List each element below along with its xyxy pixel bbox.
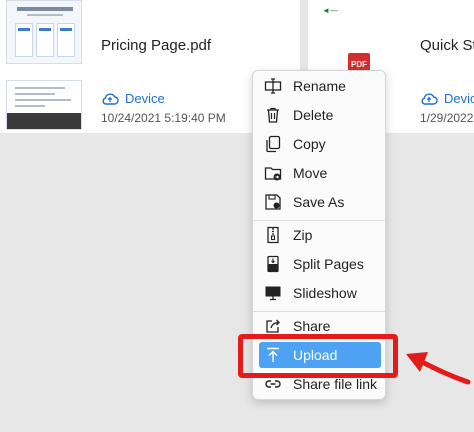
menu-item-split-pages[interactable]: Split Pages <box>259 251 381 277</box>
back-arrow-icon: ◄— <box>322 6 338 15</box>
monitor-icon <box>263 283 283 303</box>
file-name[interactable]: Pricing Page.pdf <box>101 37 211 54</box>
menu-item-zip[interactable]: Zip <box>259 222 381 248</box>
menu-item-label: Zip <box>293 227 313 243</box>
file-location[interactable]: Device <box>420 91 474 106</box>
menu-item-delete[interactable]: Delete <box>259 102 381 128</box>
rename-icon <box>263 76 283 96</box>
menu-item-rename[interactable]: Rename <box>259 73 381 99</box>
trash-icon <box>263 105 283 125</box>
menu-item-copy[interactable]: Copy <box>259 131 381 157</box>
cloud-icon <box>102 92 119 105</box>
share-icon <box>263 316 283 336</box>
menu-item-label: Delete <box>293 107 334 123</box>
menu-item-label: Rename <box>293 78 346 94</box>
location-label: Device <box>125 91 165 106</box>
cloud-icon <box>421 92 438 105</box>
split-icon <box>263 254 283 274</box>
file-date: 10/24/2021 5:19:40 PM <box>101 111 226 125</box>
menu-item-label: Save As <box>293 194 345 210</box>
annotation-highlight-box <box>238 334 398 378</box>
location-label: Device <box>444 91 474 106</box>
menu-item-label: Share file link <box>293 376 378 392</box>
file-strip: Pricing Page.pdf Device 10/24/2021 5:19:… <box>0 0 474 133</box>
menu-separator <box>253 220 385 221</box>
save-icon <box>263 192 283 212</box>
zip-icon <box>263 225 283 245</box>
menu-item-move[interactable]: Move <box>259 160 381 186</box>
menu-item-label: Share <box>293 318 331 334</box>
menu-item-label: Move <box>293 165 328 181</box>
file-date: 1/29/2022 <box>420 111 474 125</box>
move-icon <box>263 163 283 183</box>
menu-item-label: Split Pages <box>293 256 364 272</box>
menu-separator <box>253 311 385 312</box>
menu-item-slideshow[interactable]: Slideshow <box>259 280 381 306</box>
copy-icon <box>263 134 283 154</box>
file-name[interactable]: Quick Sta <box>420 37 474 54</box>
menu-item-label: Copy <box>293 136 326 152</box>
file-location[interactable]: Device <box>101 91 165 106</box>
pdf-thumbnail[interactable] <box>6 0 82 130</box>
annotation-arrow-icon <box>406 352 471 385</box>
menu-item-label: Slideshow <box>293 285 357 301</box>
menu-item-save-as[interactable]: Save As <box>259 189 381 215</box>
